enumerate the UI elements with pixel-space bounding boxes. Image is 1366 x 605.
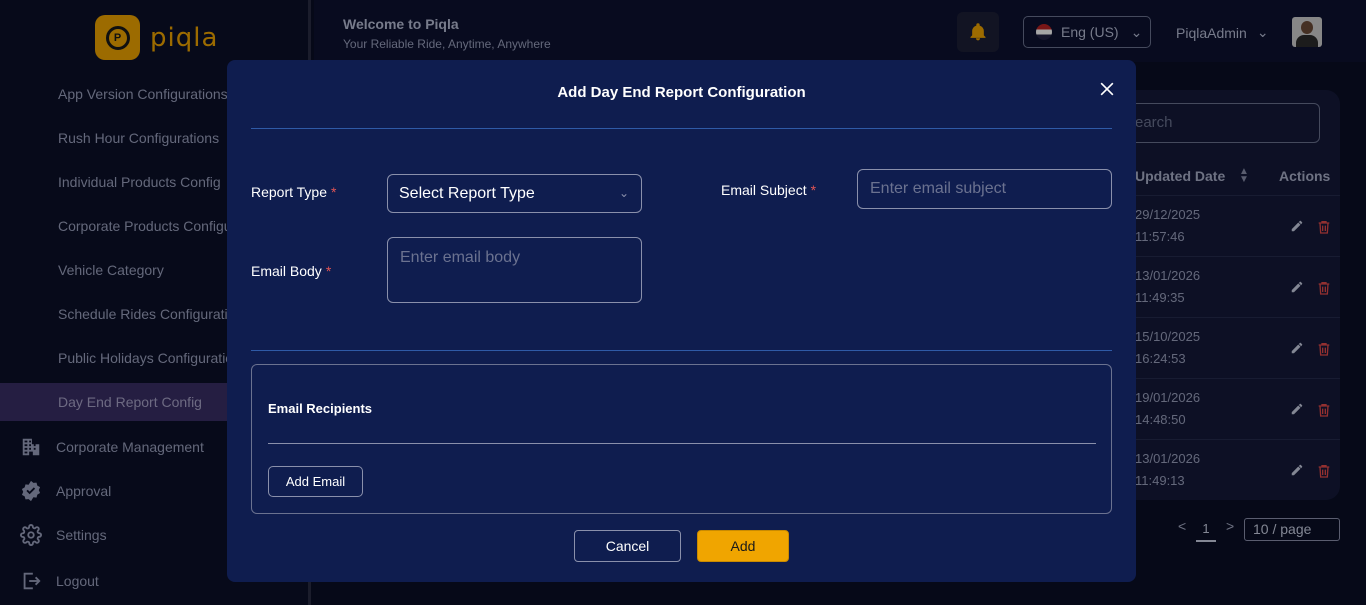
recipients-title: Email Recipients [268,401,373,416]
add-email-button[interactable]: Add Email [268,466,363,497]
email-recipients-section: Email Recipients Add Email [251,364,1112,514]
report-type-value: Select Report Type [399,185,535,202]
required-mark: * [810,182,817,198]
header-divider [251,128,1112,129]
add-day-end-report-modal: Add Day End Report Configuration Report … [227,60,1136,582]
email-subject-label: Email Subject * [721,182,817,198]
section-divider [251,350,1112,351]
required-mark: * [325,263,332,279]
report-type-label: Report Type * [251,184,337,200]
add-button[interactable]: Add [697,530,789,562]
modal-title: Add Day End Report Configuration [557,84,806,101]
email-body-textarea[interactable]: Enter email body [387,237,642,303]
report-type-select[interactable]: Select Report Type ⌄ [387,174,642,213]
close-icon[interactable] [1097,79,1117,99]
cancel-button[interactable]: Cancel [574,530,681,562]
email-body-label: Email Body * [251,263,332,279]
email-subject-input[interactable]: Enter email subject [857,169,1112,209]
chevron-down-icon: ⌄ [618,186,629,200]
required-mark: * [331,184,337,200]
recipients-divider [268,443,1096,444]
